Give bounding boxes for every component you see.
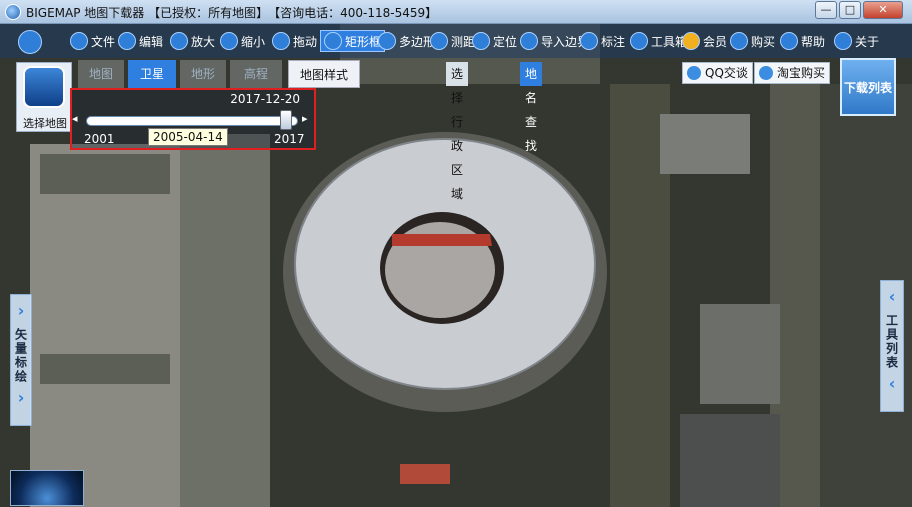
ruler-icon [430, 32, 448, 50]
toolbar-about[interactable]: 关于 [834, 30, 879, 52]
toolbar-edit[interactable]: 编辑 [118, 30, 163, 52]
tab-satellite[interactable]: 卫星 [128, 60, 176, 88]
zoom-out-icon [220, 32, 238, 50]
imagery-timeline: 2017-12-20 ◂ ▸ 2001 2017 2005-04-14 [70, 88, 316, 150]
timeline-current-date: 2017-12-20 [230, 92, 300, 106]
window-title: BIGEMAP 地图下载器 【已授权：所有地图】 【咨询电话：400-118-5… [26, 6, 438, 20]
toolbar-rectangle-select[interactable]: 矩形框 [320, 30, 386, 52]
cart-icon [730, 32, 748, 50]
polygon-icon [378, 32, 396, 50]
timeline-start-year: 2001 [84, 132, 115, 146]
toolbar-pan[interactable]: 拖动 [272, 30, 317, 52]
folder-icon [70, 32, 88, 50]
main-toolbar: 文件 编辑 放大 缩小 拖动 矩形框 多边形 测距 定位 导入边界 标注 工具箱… [0, 24, 912, 58]
app-logo-icon [5, 4, 21, 20]
timeline-hover-tooltip: 2005-04-14 [148, 128, 228, 146]
toolbar-zoom-out[interactable]: 缩小 [220, 30, 265, 52]
expand-right-icon-2: › [17, 388, 25, 407]
toolbar-buy[interactable]: 购买 [730, 30, 775, 52]
maximize-button[interactable]: □ [839, 1, 861, 19]
timeline-slider-handle[interactable] [280, 110, 292, 130]
toolbar-zoom-in[interactable]: 放大 [170, 30, 215, 52]
tab-terrain[interactable]: 地形 [180, 60, 226, 88]
timeline-next-icon[interactable]: ▸ [302, 112, 308, 125]
tab-map[interactable]: 地图 [78, 60, 124, 88]
help-icon [780, 32, 798, 50]
timeline-end-year: 2017 [274, 132, 305, 146]
toolbar-measure[interactable]: 测距 [430, 30, 475, 52]
location-pin-icon [472, 32, 490, 50]
timeline-slider-track[interactable] [86, 116, 298, 126]
close-button[interactable]: ✕ [863, 1, 903, 19]
expand-left-icon-2: ‹ [888, 374, 896, 393]
hand-icon [272, 32, 290, 50]
map-style-button[interactable]: 地图样式 [288, 60, 360, 88]
app-menu-icon[interactable] [18, 30, 42, 54]
taobao-buy-button[interactable]: 淘宝购买 [754, 62, 831, 84]
toolbar-polygon[interactable]: 多边形 [378, 30, 435, 52]
tab-place-search[interactable]: 地名查找 [520, 62, 543, 153]
toolbar-vip[interactable]: 会员 [682, 30, 727, 52]
vip-icon [682, 32, 700, 50]
info-icon [834, 32, 852, 50]
map-source-icon [23, 66, 65, 108]
vector-annotation-panel-tab[interactable]: › 矢量标绘 › [10, 294, 32, 426]
expand-left-icon: ‹ [888, 287, 896, 306]
rectangle-select-icon [324, 32, 342, 50]
toolbar-locate[interactable]: 定位 [472, 30, 517, 52]
map-selector-label: 选择地图 [23, 117, 67, 130]
expand-right-icon: › [17, 301, 25, 320]
timeline-prev-icon[interactable]: ◂ [72, 112, 78, 125]
zoom-in-icon [170, 32, 188, 50]
edit-icon [118, 32, 136, 50]
title-bar: BIGEMAP 地图下载器 【已授权：所有地图】 【咨询电话：400-118-5… [0, 0, 912, 24]
marker-icon [580, 32, 598, 50]
toolbar-annotate[interactable]: 标注 [580, 30, 625, 52]
download-list-button[interactable]: 下载列表 [840, 58, 896, 116]
app-window: BIGEMAP 地图下载器 【已授权：所有地图】 【咨询电话：400-118-5… [0, 0, 912, 507]
toolbar-toolbox[interactable]: 工具箱 [630, 30, 687, 52]
import-icon [520, 32, 538, 50]
qq-chat-button[interactable]: QQ交谈 [682, 62, 753, 84]
tool-list-label: 工具列表 [884, 314, 899, 370]
globe-overview-icon[interactable] [10, 470, 84, 506]
map-selector-button[interactable]: 选择地图 [16, 62, 72, 132]
toolbar-import-boundary[interactable]: 导入边界 [520, 30, 589, 52]
tool-list-panel-tab[interactable]: ‹ 工具列表 ‹ [880, 280, 904, 412]
toolbar-file[interactable]: 文件 [70, 30, 115, 52]
toolbox-icon [630, 32, 648, 50]
toolbar-help[interactable]: 帮助 [780, 30, 825, 52]
tab-elevation[interactable]: 高程 [230, 60, 282, 88]
vector-annotation-label: 矢量标绘 [13, 328, 28, 384]
minimize-button[interactable]: — [815, 1, 837, 19]
tab-select-region[interactable]: 选择行政区域 [446, 62, 469, 201]
